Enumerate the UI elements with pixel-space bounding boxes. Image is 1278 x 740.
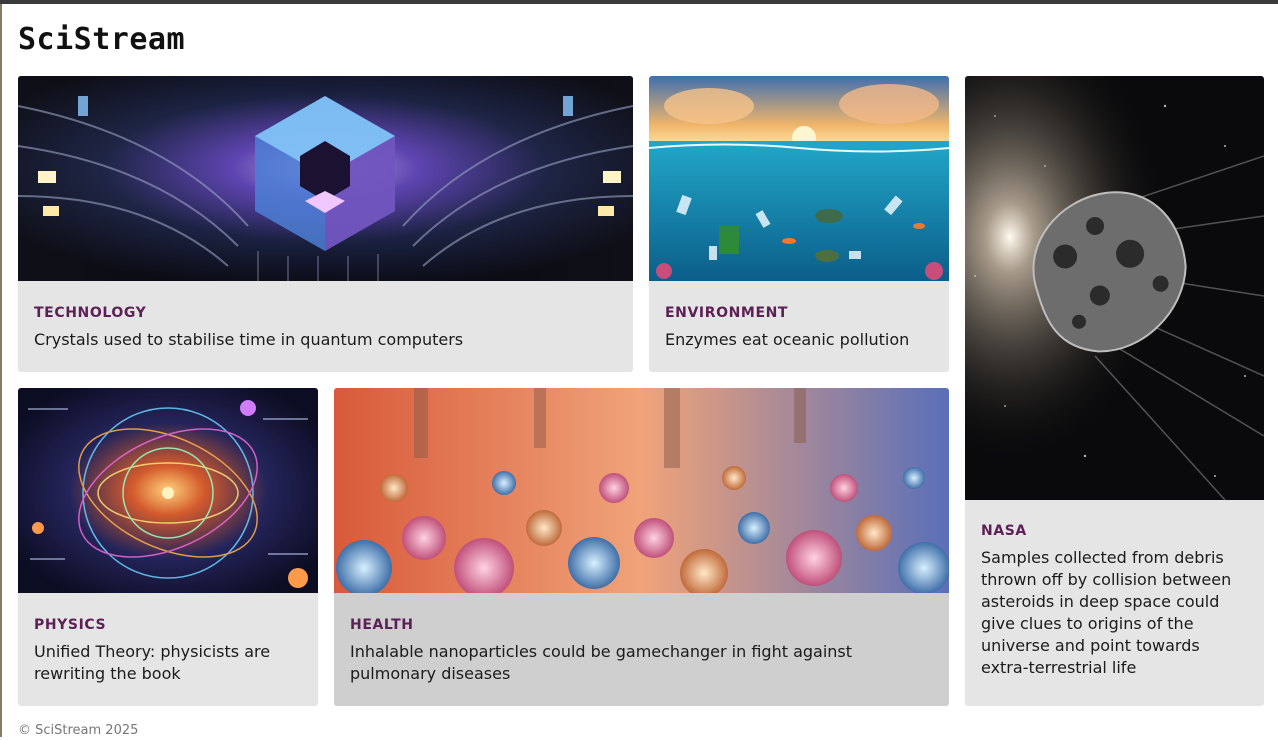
article-category: TECHNOLOGY	[34, 305, 147, 321]
top-border	[0, 0, 1278, 4]
article-card-environment[interactable]: ENVIRONMENT Enzymes eat oceanic pollutio…	[649, 76, 949, 372]
article-image-unified-theory	[18, 388, 318, 593]
article-title[interactable]: Enzymes eat oceanic pollution	[665, 329, 933, 351]
article-card-nasa[interactable]: NASA Samples collected from debris throw…	[965, 76, 1264, 706]
site-logo[interactable]: SciStream	[18, 20, 185, 60]
article-image-asteroid	[965, 76, 1264, 500]
article-image-ocean-pollution	[649, 76, 949, 281]
article-category: PHYSICS	[34, 617, 107, 633]
article-category: HEALTH	[350, 617, 414, 633]
article-card-health[interactable]: HEALTH Inhalable nanoparticles could be …	[334, 388, 949, 706]
article-title[interactable]: Unified Theory: physicists are rewriting…	[34, 641, 302, 685]
article-title[interactable]: Samples collected from debris thrown off…	[981, 547, 1248, 679]
article-card-physics[interactable]: PHYSICS Unified Theory: physicists are r…	[18, 388, 318, 706]
footer-copyright: © SciStream 2025	[18, 723, 139, 738]
article-image-nanoparticles	[334, 388, 949, 593]
article-image-quantum-crystal	[18, 76, 633, 281]
article-title[interactable]: Inhalable nanoparticles could be gamecha…	[350, 641, 935, 685]
article-category: NASA	[981, 523, 1027, 539]
left-border	[0, 4, 2, 737]
article-card-technology[interactable]: TECHNOLOGY Crystals used to stabilise ti…	[18, 76, 633, 372]
article-category: ENVIRONMENT	[665, 305, 789, 321]
article-title[interactable]: Crystals used to stabilise time in quant…	[34, 329, 617, 351]
